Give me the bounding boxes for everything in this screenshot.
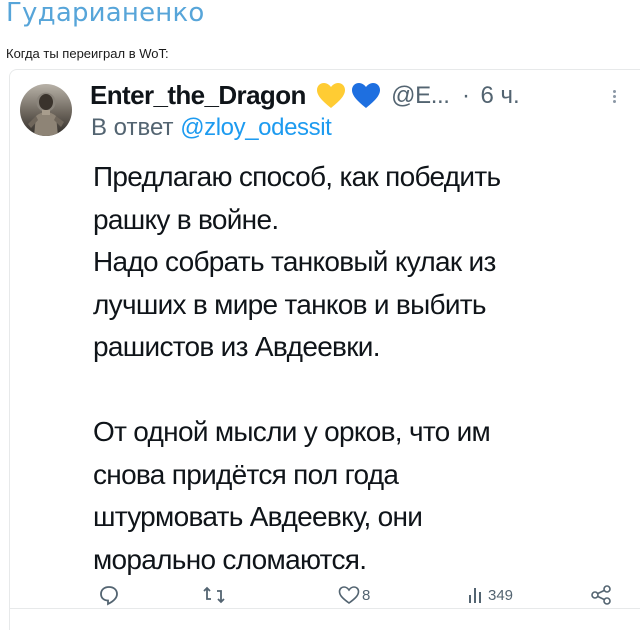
- reply-icon: [100, 586, 118, 606]
- tweet-line: Надо собрать танковый кулак из: [93, 246, 496, 277]
- post-caption: Когда ты переиграл в WoT:: [6, 46, 169, 61]
- display-name[interactable]: Enter_the_Dragon: [90, 80, 306, 111]
- like-count: 8: [362, 586, 371, 604]
- reply-mention-link[interactable]: @zloy_odessit: [180, 114, 332, 141]
- blue-heart-icon: [351, 82, 380, 108]
- share-button[interactable]: [590, 580, 612, 610]
- reply-prefix: В ответ: [91, 114, 174, 141]
- tweet-header: Enter_the_Dragon @E... · 6 ч.: [90, 80, 520, 112]
- views-icon: [469, 588, 481, 603]
- tweet-line: лучших в мире танков и выбить: [93, 288, 487, 320]
- retweet-icon: [203, 586, 225, 604]
- reply-context: В ответ @zloy_odessit: [91, 114, 332, 142]
- avatar-image: [28, 94, 64, 136]
- tweet-line: Предлагаю способ, как победить: [93, 161, 501, 192]
- more-icon[interactable]: [611, 88, 617, 108]
- views-count: 349: [488, 586, 514, 604]
- emoji-badges: [316, 82, 380, 110]
- tweet-text: Предлагаю способ, как победить рашку в в…: [93, 156, 633, 581]
- tweet-line: снова придётся пол года: [93, 458, 399, 490]
- tweet-card[interactable]: Enter_the_Dragon @E... · 6 ч. В ответ @z…: [9, 69, 640, 630]
- tweet-line: рашистов из Авдеевки.: [93, 331, 381, 362]
- post-header: Гударианенко Когда ты переиграл в WoT:: [0, 0, 640, 80]
- post-author-name[interactable]: Гударианенко: [6, 0, 205, 28]
- like-button[interactable]: 8: [338, 580, 370, 610]
- tweet-line: морально сломаются.: [93, 543, 367, 575]
- views-button[interactable]: 349: [466, 580, 513, 610]
- heart-icon: [338, 586, 360, 604]
- separator-dot: ·: [461, 81, 470, 109]
- avatar[interactable]: [20, 84, 72, 136]
- share-icon: [591, 585, 611, 605]
- yellow-heart-icon: [317, 82, 346, 108]
- user-handle[interactable]: @E...: [391, 82, 450, 110]
- tweet-line: От одной мысли у орков, что им: [93, 416, 491, 447]
- tweet-line: рашку в войне.: [93, 203, 279, 235]
- retweet-button[interactable]: [202, 580, 226, 610]
- divider: [9, 608, 640, 609]
- timestamp[interactable]: 6 ч.: [480, 82, 519, 110]
- tweet-line: штурмовать Авдеевку, они: [93, 501, 423, 532]
- reply-button[interactable]: [98, 580, 120, 610]
